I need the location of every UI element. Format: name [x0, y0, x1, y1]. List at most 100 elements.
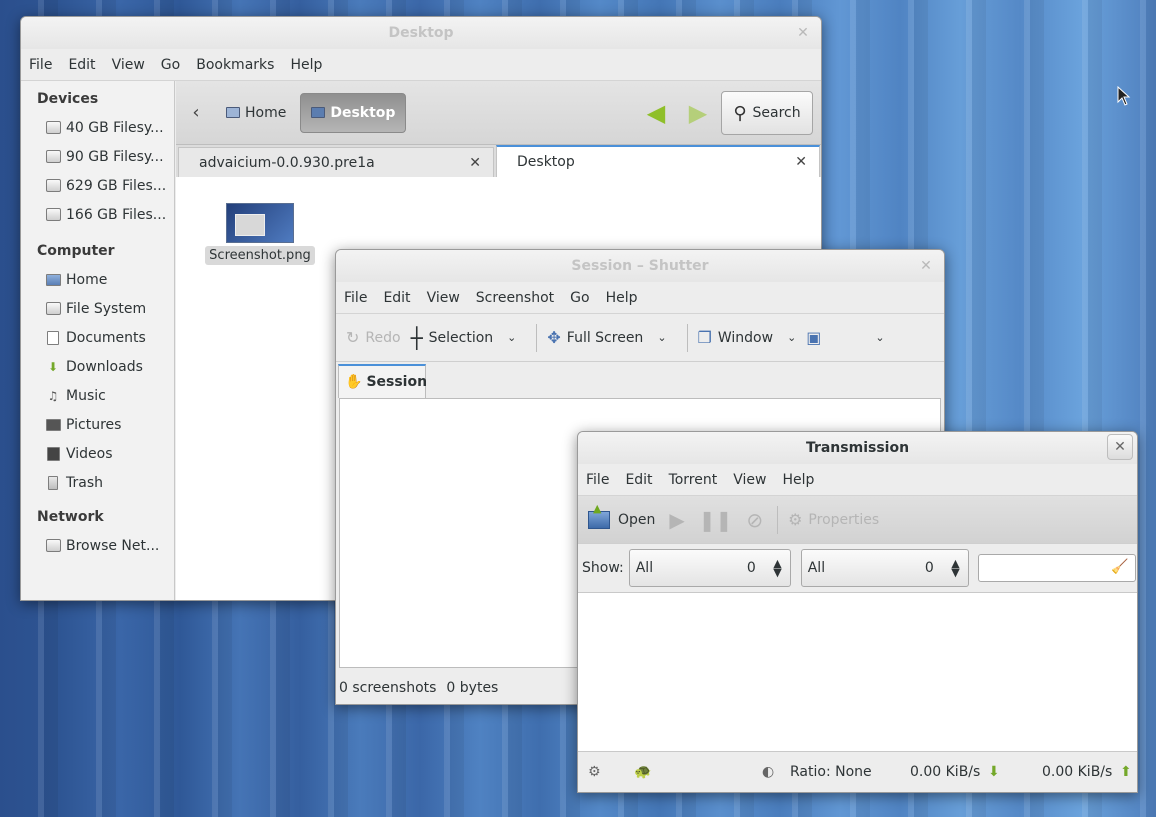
tab-strip: advaicium-0.0.930.pre1a ✕ Desktop ✕: [176, 145, 821, 177]
sidebar-item-videos[interactable]: Videos: [21, 439, 174, 468]
file-item[interactable]: Screenshot.png: [204, 203, 316, 265]
torrent-search-input[interactable]: 🧹: [977, 554, 1136, 582]
pause-icon[interactable]: ❚❚: [699, 508, 733, 532]
sidebar-item-device-1[interactable]: 40 GB Filesy...: [21, 113, 174, 142]
chevron-down-icon[interactable]: ⌄: [657, 331, 666, 344]
path-home-button[interactable]: Home: [216, 93, 296, 133]
sidebar-item-downloads[interactable]: ⬇ Downloads: [21, 352, 174, 381]
menu-edit[interactable]: Edit: [617, 472, 660, 488]
sidebar-header-network: Network: [37, 509, 104, 525]
back-icon[interactable]: ◀: [642, 99, 670, 127]
window-button[interactable]: ❐ Window ⌄: [698, 328, 797, 347]
trash-icon: [45, 475, 61, 490]
menu-view[interactable]: View: [104, 57, 153, 73]
sidebar-item-device-2[interactable]: 90 GB Filesy...: [21, 142, 174, 171]
gear-icon[interactable]: ⚙: [588, 764, 601, 780]
crosshair-icon: ┼: [410, 325, 423, 350]
chevron-down-icon[interactable]: ⌄: [787, 331, 796, 344]
network-icon: [45, 539, 61, 553]
close-icon[interactable]: ✕: [1107, 434, 1133, 460]
shutter-titlebar[interactable]: Session – Shutter ✕: [336, 250, 944, 282]
menu-edit[interactable]: Edit: [60, 57, 103, 73]
menu-capture-button[interactable]: ▣ ⌄: [806, 328, 884, 347]
menu-view[interactable]: View: [725, 472, 774, 488]
open-icon: [588, 502, 610, 529]
menu-file[interactable]: File: [336, 290, 375, 306]
sidebar-item-browse-network[interactable]: Browse Net...: [21, 531, 174, 560]
redo-button[interactable]: ↻ Redo: [346, 328, 401, 347]
menu-help[interactable]: Help: [598, 290, 646, 306]
menu-help[interactable]: Help: [282, 57, 330, 73]
chevron-down-icon[interactable]: ⌄: [507, 331, 516, 344]
close-icon[interactable]: ✕: [793, 23, 813, 43]
nautilus-titlebar[interactable]: Desktop ✕: [21, 17, 821, 49]
spin-arrows-icon: ▲ ▼: [773, 557, 782, 579]
fullscreen-icon: ✥: [547, 328, 561, 347]
menu-screenshot[interactable]: Screenshot: [468, 290, 562, 306]
sidebar-item-filesystem[interactable]: File System: [21, 294, 174, 323]
drive-icon: [45, 150, 61, 164]
path-home-label: Home: [245, 104, 287, 121]
search-button[interactable]: ⚲ Search: [721, 91, 813, 135]
menu-help[interactable]: Help: [774, 472, 822, 488]
tab-desktop[interactable]: Desktop ✕: [496, 145, 820, 177]
sidebar-item-label: Documents: [66, 329, 146, 346]
menu-go[interactable]: Go: [153, 57, 188, 73]
image-thumbnail: [226, 203, 294, 243]
menu-edit[interactable]: Edit: [375, 290, 418, 306]
menu-file[interactable]: File: [21, 57, 60, 73]
fullscreen-button[interactable]: ✥ Full Screen ⌄: [547, 328, 666, 347]
download-arrow-icon: ⬇: [988, 764, 1000, 780]
sidebar-item-label: Browse Net...: [66, 537, 160, 554]
tab-label: Desktop: [517, 154, 575, 170]
window-title: Desktop: [388, 25, 454, 41]
toolbar-separator: [777, 505, 779, 534]
music-icon: ♫: [47, 388, 59, 403]
gear-icon: ⚙: [788, 510, 803, 529]
transmission-titlebar[interactable]: Transmission ✕: [578, 432, 1137, 464]
search-icon: ⚲: [733, 102, 747, 124]
menu-torrent[interactable]: Torrent: [661, 472, 726, 488]
stop-icon[interactable]: ⊘: [746, 508, 763, 532]
menu-bookmarks[interactable]: Bookmarks: [188, 57, 282, 73]
clear-icon[interactable]: 🧹: [1111, 559, 1128, 575]
play-icon[interactable]: ▶: [669, 508, 684, 532]
show-label: Show:: [582, 560, 624, 576]
chevron-down-icon[interactable]: ⌄: [875, 331, 884, 344]
download-speed: 0.00 KiB/s: [910, 764, 981, 780]
torrent-list[interactable]: [578, 592, 1137, 752]
file-name: Screenshot.png: [205, 246, 315, 265]
sidebar-item-trash[interactable]: Trash: [21, 468, 174, 497]
properties-button[interactable]: ⚙ Properties: [788, 510, 879, 529]
sidebar-item-home[interactable]: Home: [21, 265, 174, 294]
back-arrow-icon[interactable]: ‹: [176, 102, 216, 123]
sidebar-item-device-4[interactable]: 166 GB Files...: [21, 200, 174, 229]
sidebar-item-pictures[interactable]: Pictures: [21, 410, 174, 439]
menu-go[interactable]: Go: [562, 290, 597, 306]
sidebar-item-device-3[interactable]: 629 GB Files...: [21, 171, 174, 200]
menu-view[interactable]: View: [419, 290, 468, 306]
sidebar-item-documents[interactable]: Documents: [21, 323, 174, 352]
tab-advaicium[interactable]: advaicium-0.0.930.pre1a ✕: [178, 147, 494, 177]
redo-icon: ↻: [346, 328, 360, 347]
forward-icon[interactable]: ▶: [684, 99, 712, 127]
ratio-icon[interactable]: ◐: [762, 764, 774, 780]
open-button[interactable]: Open: [588, 502, 655, 529]
tracker-filter-combo[interactable]: All 0 ▲ ▼: [800, 549, 969, 587]
sidebar-item-label: File System: [66, 300, 147, 317]
tab-label: Session: [366, 374, 428, 390]
turtle-icon[interactable]: 🐢: [634, 764, 651, 780]
menu-file[interactable]: File: [578, 472, 617, 488]
path-desktop-button[interactable]: Desktop: [300, 92, 407, 133]
close-icon[interactable]: ✕: [795, 154, 807, 170]
selection-button[interactable]: ┼ Selection ⌄: [411, 326, 517, 350]
close-icon[interactable]: ✕: [916, 256, 936, 276]
activity-filter-combo[interactable]: All 0 ▲ ▼: [628, 549, 791, 587]
close-icon[interactable]: ✕: [469, 155, 481, 171]
drive-icon: [45, 302, 61, 316]
sidebar-item-music[interactable]: ♫ Music: [21, 381, 174, 410]
properties-label: Properties: [808, 511, 880, 528]
tab-session[interactable]: ✋ Session: [338, 364, 428, 398]
sidebar-header-computer: Computer: [37, 243, 115, 259]
toolbar-separator: [536, 323, 538, 352]
